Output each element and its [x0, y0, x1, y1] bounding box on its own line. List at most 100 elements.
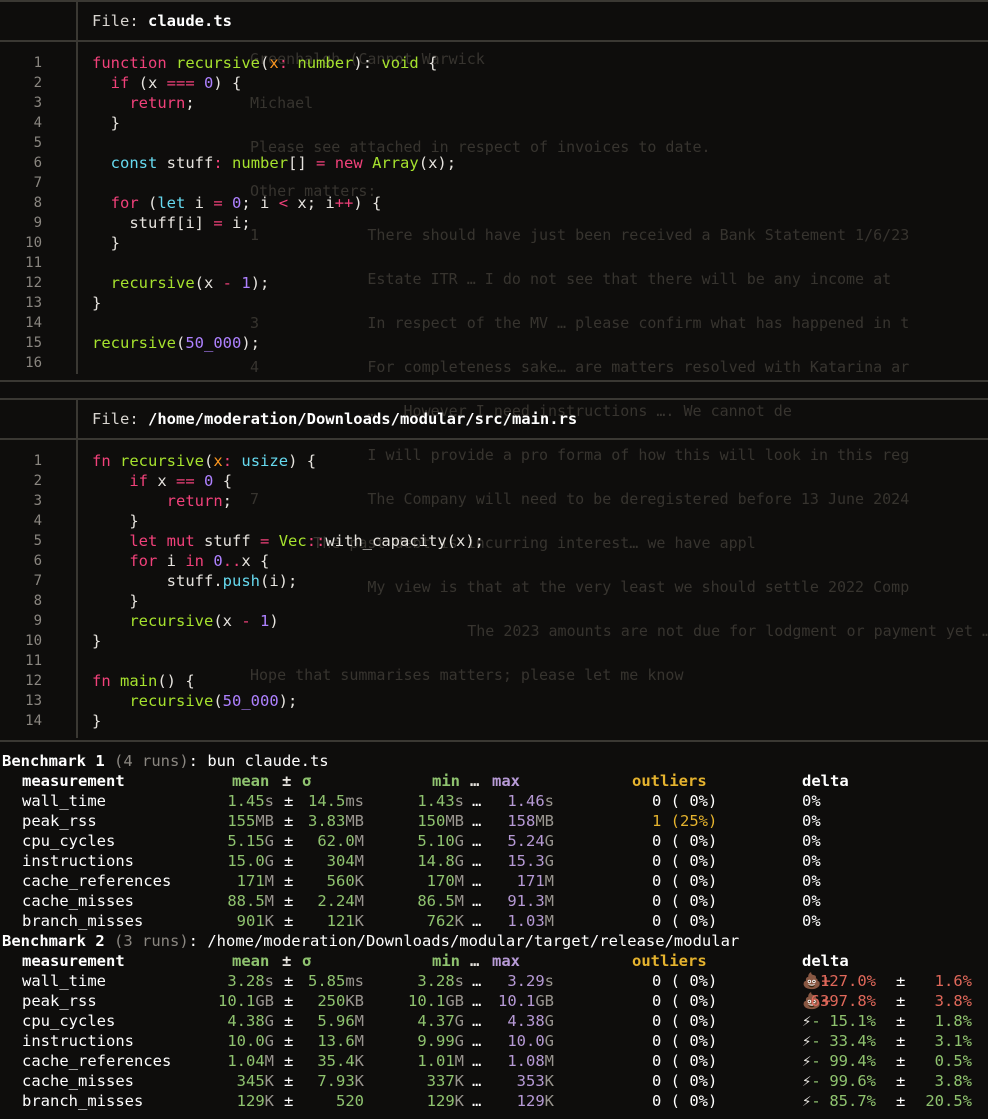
outliers-value: 0 ( 0%): [652, 1072, 718, 1090]
code-line: 7 stuff.push(i);: [0, 571, 298, 591]
file-panel-claude-ts: File: claude.ts 1 function recursive(x: n…: [0, 0, 988, 382]
header-measurement: measurement: [22, 772, 125, 790]
measurement-row: branch_misses 901K ±121K 762K… 1.03M 0 ( 0%) 0…: [2, 911, 988, 931]
file-name: claude.ts: [148, 12, 232, 30]
code-text: for (let i = 0; i < x; i++) {: [110, 194, 382, 212]
max-number: 129: [516, 1092, 545, 1110]
improvement-icon: ⚡: [802, 1072, 812, 1090]
delta-plusminus: ±: [896, 1072, 906, 1090]
outliers-value: 0 ( 0%): [652, 992, 718, 1010]
line-number: 14: [25, 315, 42, 331]
max-number: 171: [516, 872, 545, 890]
delta-sign: -: [811, 1052, 821, 1070]
outliers-value: 1 (25%): [652, 812, 718, 830]
line-number: 10: [25, 235, 42, 251]
max-unit: GB: [535, 992, 554, 1010]
code-line: 2 if x == 0 {: [0, 471, 232, 491]
header-ellipsis: …: [470, 952, 480, 970]
improvement-icon: ⚡: [802, 1032, 812, 1050]
improvement-icon: ⚡: [802, 1012, 812, 1030]
code-text: stuff.push(i);: [92, 572, 298, 590]
code-line: 13}: [0, 293, 101, 313]
line-number: 13: [25, 693, 42, 709]
benchmark-command: : bun claude.ts: [188, 752, 329, 770]
code-text: if (x === 0) {: [110, 74, 242, 92]
measurement-row: cache_references 171M ±560K 170M… 171M 0 ( 0%…: [2, 871, 988, 891]
delta-value: 0%: [802, 852, 821, 870]
measurement-row: cache_misses 345K ±7.93K 337K… 353K 0 ( 0%) ⚡-…: [2, 1071, 988, 1091]
outliers-value: 0 ( 0%): [652, 792, 718, 810]
header-min: min: [432, 952, 460, 970]
delta-value: ⚡-: [802, 1071, 821, 1091]
code-line: 4 }: [0, 113, 120, 133]
code-line: 11: [0, 253, 42, 273]
delta-value: 0%: [802, 832, 821, 850]
measurement-row: cpu_cycles 4.38G ±5.96M 4.37G… 4.38G 0 ( 0%) ⚡…: [2, 1011, 988, 1031]
delta-sign: -: [811, 1032, 821, 1050]
measurement-row: branch_misses 129K ±520 129K… 129K 0 ( 0%) ⚡- 8…: [2, 1091, 988, 1111]
delta-stddev: 1.6%: [934, 972, 972, 990]
file-header: File: /home/moderation/Downloads/modular…: [0, 398, 988, 440]
outliers-value: 0 ( 0%): [652, 1092, 718, 1110]
code-line: 16: [0, 353, 42, 373]
line-number: 1: [33, 453, 42, 469]
code-line: 8 }: [0, 591, 139, 611]
line-number: 9: [33, 215, 42, 231]
line-number: 12: [25, 673, 42, 689]
code-line: 9 stuff[i] = i;: [0, 213, 251, 233]
code-text: recursive(50_000);: [129, 692, 298, 710]
line-number: 5: [33, 533, 42, 549]
code-text: fn main() {: [92, 672, 195, 690]
code-text: let mut stuff = Vec::with_capacity(x);: [129, 532, 484, 550]
line-number: 4: [33, 115, 42, 131]
header-mean: mean: [232, 952, 270, 970]
max-number: 1.03: [507, 912, 545, 930]
delta-value: ⚡-: [802, 1031, 821, 1051]
code-text: if x == 0 {: [129, 472, 233, 490]
code-view: 1 function recursive(x: number): void {2 …: [0, 42, 988, 374]
delta-plusminus: ±: [896, 972, 906, 990]
measurement-row: peak_rss 155MB ±3.83MB 150MB… 158MB 1 (25%) 0%: [2, 811, 988, 831]
measurement-row: wall_time 3.28s ±5.85ms 3.28s… 3.29s 0 ( 0%) 💩…: [2, 971, 988, 991]
benchmark-name: Benchmark 2: [2, 932, 105, 950]
line-number: 3: [33, 95, 42, 111]
header-sigma: σ: [302, 952, 312, 970]
measurement-row: wall_time 1.45s ±14.5ms 1.43s… 1.46s 0 ( 0%) 0…: [2, 791, 988, 811]
max-value: 15.3G: [2, 851, 554, 871]
line-number: 4: [33, 513, 42, 529]
line-number: 16: [25, 355, 42, 371]
max-value: 129K: [2, 1091, 554, 1111]
header-delta: delta: [802, 952, 849, 970]
code-view: 1 fn recursive(x: usize) {2 if x == 0 {3 …: [0, 440, 988, 738]
measurement-row: instructions 10.0G ±13.6M 9.99G… 10.0G 0 ( 0%…: [2, 1031, 988, 1051]
code-line: 12 fn main() {: [0, 671, 195, 691]
measurement-row: cpu_cycles 5.15G ±62.0M 5.10G… 5.24G 0 ( 0%) 0…: [2, 831, 988, 851]
code-text: recursive(50_000);: [92, 334, 261, 352]
code-text: return;: [166, 492, 232, 510]
delta-sign: -: [811, 1092, 821, 1110]
code-line: 2 if (x === 0) {: [0, 73, 242, 93]
delta-stddev: 1.8%: [934, 1012, 972, 1030]
header-plusminus: ±: [282, 952, 292, 970]
line-number: 7: [33, 573, 42, 589]
code-text: recursive(x - 1): [129, 612, 279, 630]
max-number: 3.29: [507, 972, 545, 990]
delta-percent: 99.4%: [829, 1052, 876, 1070]
code-text: }: [92, 712, 102, 730]
code-text: }: [92, 234, 120, 252]
header-measurement: measurement: [22, 952, 125, 970]
max-value: 10.1GB: [2, 991, 554, 1011]
max-number: 4.38: [507, 1012, 545, 1030]
code-line: 4 }: [0, 511, 139, 531]
line-number: 6: [33, 155, 42, 171]
file-name: /home/moderation/Downloads/modular/src/m…: [148, 410, 578, 428]
column-headers: measurement mean ± σ min … max outliers delta: [2, 771, 988, 791]
delta-value: 0%: [802, 912, 821, 930]
delta-value: 0%: [802, 812, 821, 830]
delta-value: ⚡-: [802, 1011, 821, 1031]
regression-icon: 💩: [802, 972, 822, 990]
outliers-value: 0 ( 0%): [652, 872, 718, 890]
line-number: 2: [33, 75, 42, 91]
delta-value: 0%: [802, 892, 821, 910]
max-unit: M: [544, 912, 554, 930]
